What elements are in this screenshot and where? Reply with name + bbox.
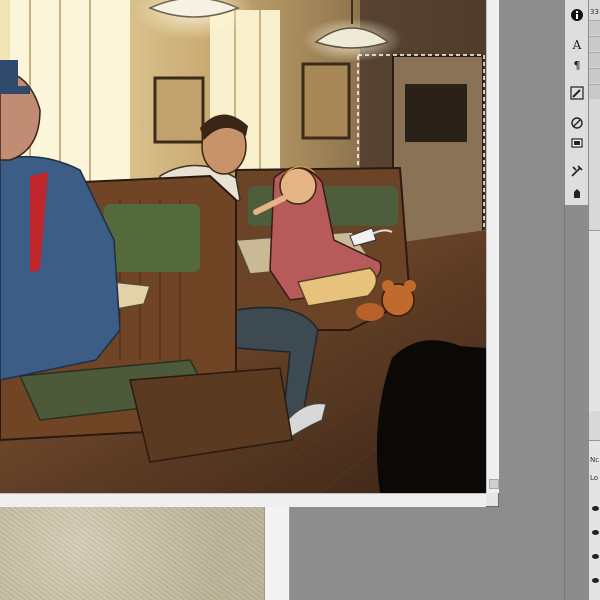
layer-comps-icon[interactable] — [568, 134, 586, 152]
scroll-down-arrow-icon[interactable] — [489, 479, 499, 489]
secondary-window-edge — [264, 507, 290, 600]
layer-visibility-eye-icon[interactable] — [592, 530, 599, 535]
diner-illustration — [0, 0, 486, 493]
palette-row[interactable] — [589, 36, 600, 51]
layers-panel[interactable] — [589, 440, 600, 600]
horizontal-scrollbar[interactable] — [0, 493, 486, 507]
palette-row[interactable] — [589, 68, 600, 83]
palette-row[interactable] — [589, 84, 600, 99]
palette-row[interactable] — [589, 20, 600, 35]
artwork-canvas[interactable] — [0, 0, 486, 493]
palette-row[interactable] — [589, 52, 600, 67]
resize-grip-icon[interactable] — [486, 493, 498, 506]
desktop-background — [0, 507, 264, 600]
tool-preset-icon[interactable] — [568, 114, 586, 132]
actions-icon[interactable] — [568, 162, 586, 180]
panel-dock-background — [564, 205, 589, 600]
tools-panel: A ¶ — [564, 0, 590, 205]
paragraph-icon[interactable]: ¶ — [568, 56, 586, 74]
clone-source-icon[interactable] — [568, 184, 586, 202]
brush-preset-icon[interactable] — [568, 84, 586, 102]
top-readout: 33 — [590, 8, 599, 16]
document-window — [0, 0, 499, 507]
lock-label: Lo — [590, 474, 599, 482]
brushes-panel[interactable] — [589, 230, 600, 411]
layer-visibility-eye-icon[interactable] — [592, 578, 599, 583]
layer-visibility-eye-icon[interactable] — [592, 554, 599, 559]
palette-dock: 33 Nc Lo — [588, 0, 600, 600]
blend-mode-label: Nc — [590, 456, 600, 464]
workspace — [0, 0, 564, 600]
type-tool-icon[interactable]: A — [568, 36, 586, 54]
vertical-scrollbar[interactable] — [486, 0, 499, 493]
layer-visibility-eye-icon[interactable] — [592, 506, 599, 511]
info-icon[interactable] — [568, 6, 586, 24]
